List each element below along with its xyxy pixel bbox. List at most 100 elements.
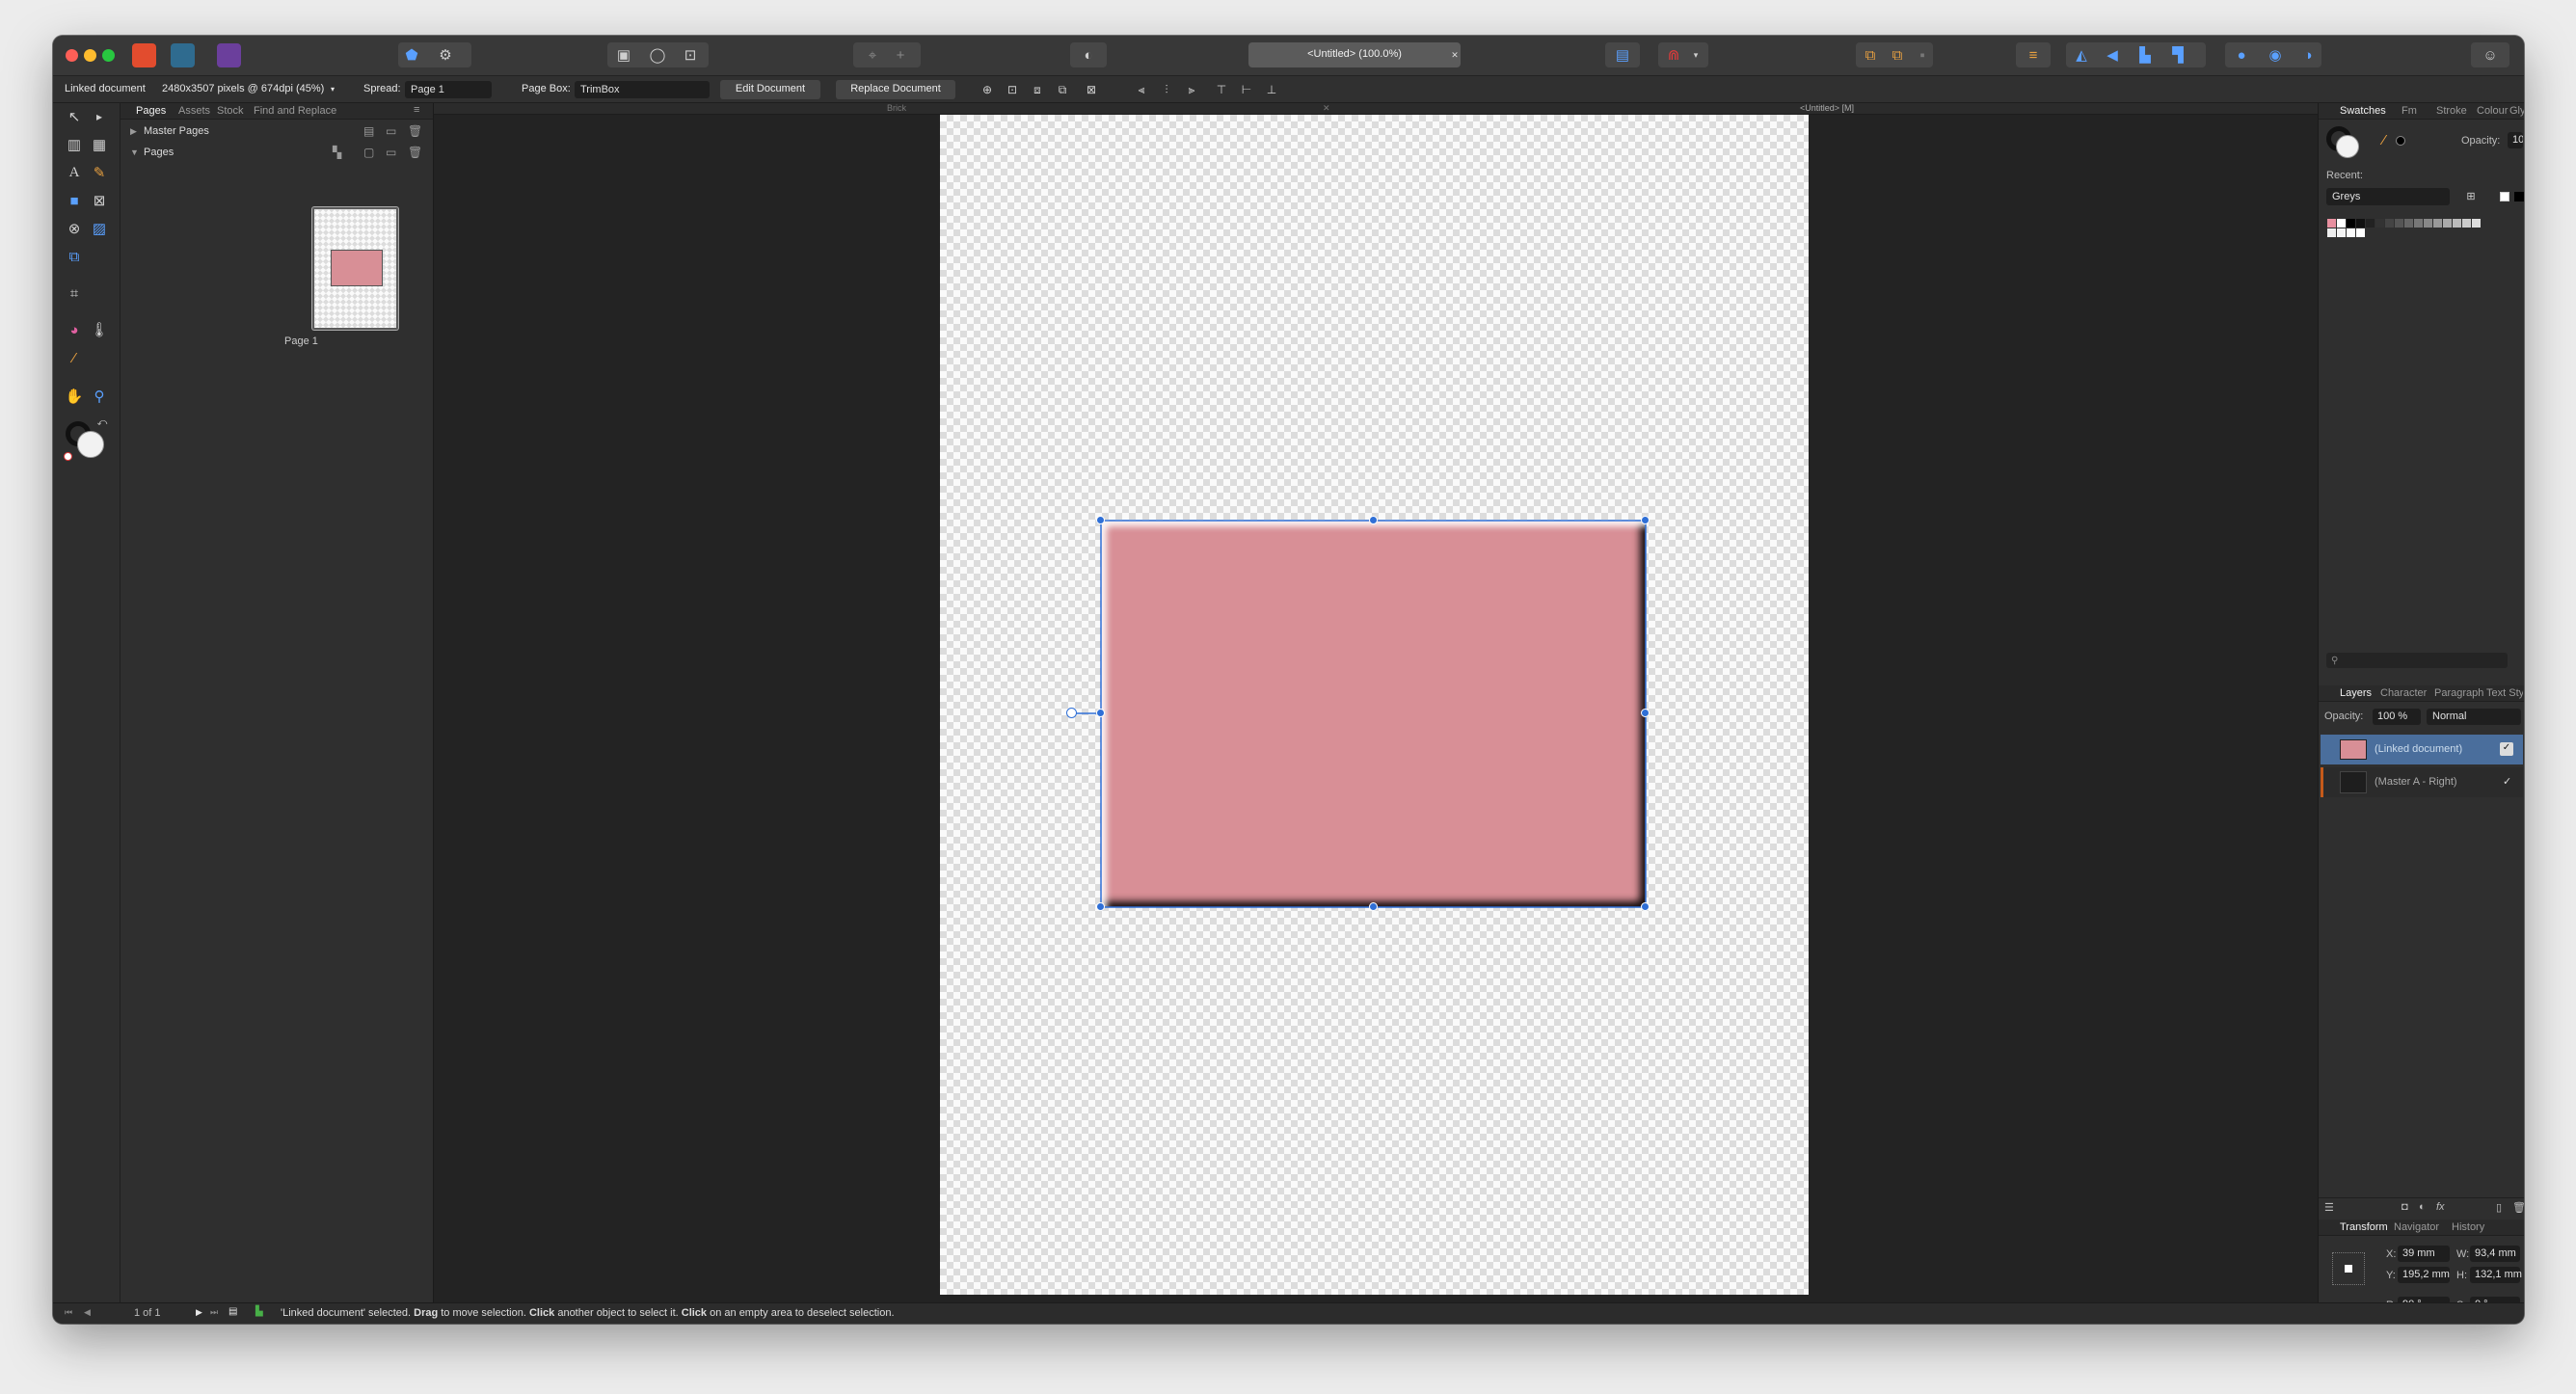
ellipse-frame-tool-icon[interactable]: ⊗: [64, 218, 85, 239]
add-layer-icon[interactable]: ▯: [2496, 1201, 2502, 1214]
fill-color-well[interactable]: [77, 431, 104, 458]
preflight-icon[interactable]: ▙: [255, 1306, 263, 1317]
fit-icon[interactable]: ⧈: [1029, 82, 1046, 97]
swatch-search-input[interactable]: ⚲: [2326, 653, 2508, 668]
align-right-icon[interactable]: ⫸: [1183, 82, 1200, 97]
w-field[interactable]: 93,4 mm: [2470, 1246, 2520, 1262]
black-swatch[interactable]: [2514, 192, 2524, 201]
canvas-area[interactable]: Brick ✕ <Untitled> [M]: [434, 103, 2318, 1302]
swatch-grey-5[interactable]: [2395, 219, 2403, 228]
edit-document-button[interactable]: Edit Document: [720, 80, 820, 99]
tab-character[interactable]: Character: [2380, 687, 2427, 699]
swatch-grey-1[interactable]: [2356, 219, 2365, 228]
view-tool-icon[interactable]: ✋: [64, 386, 85, 407]
resize-handle-right[interactable]: [1641, 709, 1650, 717]
resize-handle-bottom-right[interactable]: [1641, 902, 1650, 911]
last-page-icon[interactable]: ⏭: [210, 1307, 218, 1318]
export-persona-icon[interactable]: [217, 43, 241, 67]
no-fill-swatch[interactable]: [2500, 192, 2509, 201]
swatch-grey-6[interactable]: [2404, 219, 2413, 228]
pentagon-icon[interactable]: ⬟: [402, 45, 421, 65]
swatch-fill-well[interactable]: [2336, 135, 2359, 158]
page-thumbnail[interactable]: [312, 207, 398, 330]
transform-origin-icon[interactable]: ⊕: [979, 82, 996, 97]
swatch-recent-white[interactable]: [2337, 219, 2346, 228]
document-title[interactable]: <Untitled> (100.0%): [1248, 42, 1461, 67]
resize-handle-left[interactable]: [1096, 709, 1105, 717]
flip-vertical-icon[interactable]: ◀: [2103, 45, 2122, 65]
select-inside-icon[interactable]: ⊡: [681, 45, 700, 65]
rotate-right-icon[interactable]: ▜: [2168, 45, 2187, 65]
document-page[interactable]: [940, 115, 1809, 1295]
blend-mode-select[interactable]: Normal: [2427, 709, 2521, 725]
resize-handle-top-left[interactable]: [1096, 516, 1105, 524]
plus-icon[interactable]: +: [891, 45, 910, 65]
tab-pages[interactable]: Pages: [136, 105, 166, 117]
zoom-tool-icon[interactable]: ⚲: [89, 386, 110, 407]
swatch-grey-9[interactable]: [2433, 219, 2442, 228]
prev-page-icon[interactable]: ◀: [84, 1307, 91, 1318]
swatch-picker-icon[interactable]: ⁄: [2376, 132, 2392, 147]
tab-stroke[interactable]: Stroke: [2436, 105, 2467, 117]
move-forward-icon[interactable]: ⧉: [1888, 45, 1907, 65]
align-top-icon[interactable]: ⊤: [1213, 82, 1230, 97]
align-left-icon[interactable]: ⫷: [1133, 82, 1150, 97]
delete-page-icon[interactable]: 🗑: [408, 146, 422, 159]
designer-persona-icon[interactable]: [132, 43, 156, 67]
tab-layers[interactable]: Layers: [2340, 687, 2372, 699]
place-image-tool-icon[interactable]: ▨: [89, 218, 110, 239]
to-front-icon[interactable]: ▪: [1913, 45, 1932, 65]
tab-fm[interactable]: Fm: [2402, 105, 2417, 117]
picture-frame-tool-icon[interactable]: ⊠: [89, 190, 110, 211]
master-options-icon[interactable]: ▭: [386, 124, 396, 138]
delete-master-icon[interactable]: 🗑: [408, 124, 422, 138]
select-all-icon[interactable]: ▣: [614, 45, 633, 65]
next-page-icon[interactable]: ▶: [196, 1307, 202, 1318]
preview-mode-icon[interactable]: ◐: [1078, 45, 1099, 65]
swatch-grey-12[interactable]: [2462, 219, 2471, 228]
spread-view-icon[interactable]: ▚: [333, 146, 341, 159]
layer-visibility-checkbox[interactable]: ✓: [2500, 742, 2513, 756]
rectangle-tool-icon[interactable]: ■: [64, 190, 85, 211]
snapping-magnet-icon[interactable]: ⋒: [1663, 45, 1684, 65]
tab-navigator[interactable]: Navigator: [2394, 1221, 2439, 1233]
node-tool-icon[interactable]: ▸: [89, 106, 110, 127]
swatch-grey-4[interactable]: [2385, 219, 2394, 228]
layer-stack-icon[interactable]: ☰: [2324, 1201, 2334, 1214]
zoom-window-button[interactable]: [102, 49, 115, 62]
snapping-dropdown-icon[interactable]: ▾: [1689, 47, 1703, 63]
swap-colors-icon[interactable]: ⤺: [96, 417, 108, 429]
current-color-dot[interactable]: [2396, 136, 2405, 146]
layer-row-master[interactable]: (Master A - Right) ✓: [2321, 767, 2523, 797]
swatch-grey-13[interactable]: [2472, 219, 2481, 228]
color-picker-tool-icon[interactable]: ⁄: [64, 347, 85, 368]
anchor-point-selector[interactable]: [2332, 1252, 2365, 1285]
copy-transform-icon[interactable]: ⧉: [1054, 82, 1071, 97]
move-tool-icon[interactable]: ↖: [64, 106, 85, 127]
swatch-grey-14[interactable]: [2327, 228, 2336, 237]
pages-label[interactable]: Pages: [144, 147, 174, 158]
swatch-grey-16[interactable]: [2347, 228, 2355, 237]
swatch-recent-pink[interactable]: [2327, 219, 2336, 228]
page-thumbnails-icon[interactable]: ▤: [228, 1306, 237, 1317]
pages-disclosure-icon[interactable]: ▼: [130, 147, 139, 157]
artboard-tool-icon[interactable]: ⌗: [64, 282, 85, 304]
tab-stock[interactable]: Stock: [217, 105, 244, 117]
layer-row-linked-document[interactable]: (Linked document) ✓: [2321, 735, 2523, 764]
palette-select[interactable]: Greys: [2326, 188, 2450, 205]
y-field[interactable]: 195,2 mm: [2398, 1267, 2450, 1283]
align-middle-icon[interactable]: ⊢: [1238, 82, 1255, 97]
align-center-icon[interactable]: ⫶: [1158, 82, 1175, 97]
align-bottom-icon[interactable]: ⊥: [1263, 82, 1280, 97]
first-page-icon[interactable]: ⏮: [65, 1307, 72, 1318]
add-master-icon[interactable]: ▤: [363, 124, 374, 138]
canvas-tab-right[interactable]: <Untitled> [M]: [1800, 103, 1854, 113]
page-options-icon[interactable]: ▭: [386, 146, 396, 159]
account-icon[interactable]: ☺: [2480, 45, 2501, 65]
adjustment-icon[interactable]: ◐: [2419, 1201, 2426, 1213]
pen-tool-icon[interactable]: ✎: [89, 162, 110, 183]
tab-gly[interactable]: Gly: [2509, 105, 2524, 117]
align-icon[interactable]: ≡: [2024, 45, 2043, 65]
canvas-tab-left[interactable]: Brick: [887, 103, 906, 113]
rotate-handle[interactable]: [1066, 708, 1077, 718]
